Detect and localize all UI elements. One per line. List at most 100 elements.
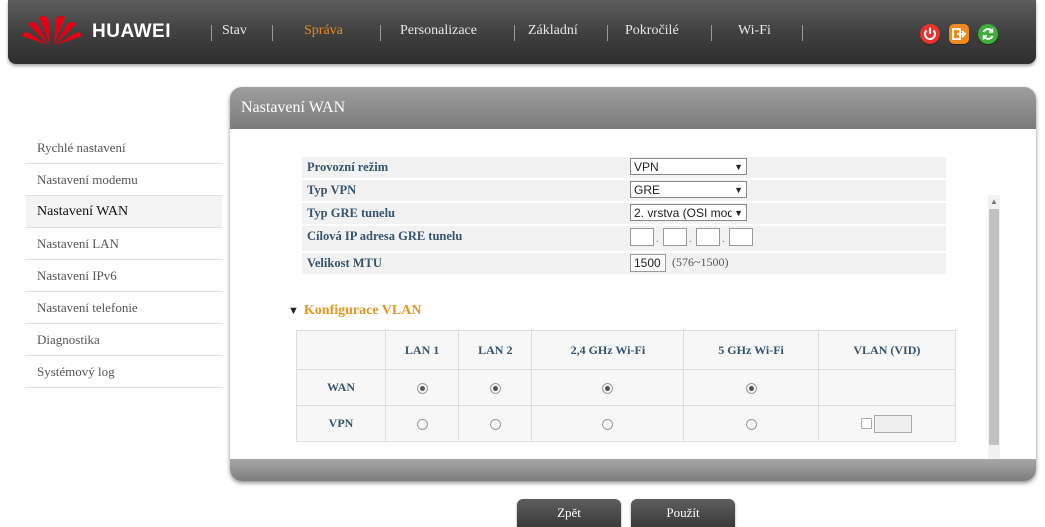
gre-type-select[interactable]: 2. vrstva (OSI mod ▼ bbox=[630, 204, 747, 221]
vlan-cell bbox=[817, 369, 957, 406]
vlan-cell bbox=[531, 369, 685, 406]
vlan-col-header-vid: VLAN (VID) bbox=[817, 330, 957, 370]
sidebar-item-nastaveni-modemu[interactable]: Nastavení modemu bbox=[26, 164, 222, 196]
sidebar-item-rychle-nastaveni[interactable]: Rychlé nastavení bbox=[26, 132, 222, 164]
panel-content: Provozní režim VPN ▼ Typ VPN GRE ▼ Typ G… bbox=[230, 129, 1036, 459]
ip-octet-4-input[interactable] bbox=[729, 228, 753, 246]
vlan-config-title: Konfigurace VLAN bbox=[303, 303, 422, 318]
vlan-col-header-wifi-5: 5 GHz Wi-Fi bbox=[683, 330, 819, 370]
scroll-up-arrow-icon[interactable]: ▲ bbox=[988, 195, 1000, 209]
content-scrollbar[interactable]: ▲ ▼ bbox=[988, 195, 1000, 459]
refresh-icon[interactable] bbox=[978, 24, 998, 44]
wan-lan1-radio[interactable] bbox=[416, 382, 428, 394]
vpn-vid-input[interactable] bbox=[874, 414, 913, 433]
wan-lan2-radio[interactable] bbox=[489, 382, 501, 394]
nav-separator bbox=[514, 25, 515, 41]
ip-octet-1-input[interactable] bbox=[630, 228, 654, 246]
vlan-cell bbox=[683, 405, 819, 442]
vlan-cell bbox=[683, 369, 819, 406]
sidebar-item-nastaveni-ipv6[interactable]: Nastavení IPv6 bbox=[26, 260, 222, 292]
nav-separator bbox=[272, 25, 273, 41]
nav-separator bbox=[211, 25, 212, 41]
chevron-down-icon: ▼ bbox=[734, 162, 743, 172]
vlan-row-label-vpn: VPN bbox=[296, 405, 386, 442]
sidebar-menu: Rychlé nastavení Nastavení modemu Nastav… bbox=[26, 132, 222, 388]
logout-icon[interactable] bbox=[949, 24, 969, 44]
sidebar-item-nastaveni-wan[interactable]: Nastavení WAN bbox=[26, 196, 222, 228]
nav-item-stav[interactable]: Stav bbox=[222, 23, 247, 39]
vlan-col-header-empty bbox=[296, 330, 386, 370]
vlan-cell bbox=[458, 369, 533, 406]
form-row-gre-type: Typ GRE tunelu 2. vrstva (OSI mod ▼ bbox=[302, 203, 946, 224]
power-icon[interactable] bbox=[920, 24, 940, 44]
scroll-thumb[interactable] bbox=[989, 209, 999, 445]
nav-separator bbox=[380, 25, 381, 41]
vpn-type-label: Typ VPN bbox=[307, 183, 357, 197]
mode-select-value: VPN bbox=[634, 160, 659, 174]
wan-settings-panel: Nastavení WAN Provozní režim VPN ▼ Typ V… bbox=[230, 87, 1036, 481]
vlan-cell bbox=[531, 405, 685, 442]
ip-dot: . bbox=[689, 234, 692, 245]
nav-item-sprava[interactable]: Správa bbox=[304, 23, 343, 39]
vlan-config-toggle[interactable]: ▼ Konfigurace VLAN bbox=[288, 303, 421, 319]
huawei-flower-icon bbox=[22, 16, 82, 45]
form-row-vpn-type: Typ VPN GRE ▼ bbox=[302, 180, 946, 201]
mtu-label: Velikost MTU bbox=[307, 256, 382, 270]
vlan-cell bbox=[817, 405, 957, 442]
vpn-wifi24-radio[interactable] bbox=[602, 418, 614, 430]
nav-item-zakladni[interactable]: Základní bbox=[528, 23, 578, 39]
ip-octet-2-input[interactable] bbox=[663, 228, 687, 246]
mode-select[interactable]: VPN ▼ bbox=[630, 158, 747, 175]
vpn-lan2-radio[interactable] bbox=[489, 418, 501, 430]
huawei-logo: HUAWEI bbox=[20, 14, 195, 46]
nav-separator bbox=[711, 25, 712, 41]
sidebar-item-diagnostika[interactable]: Diagnostika bbox=[26, 324, 222, 356]
ip-dot: . bbox=[722, 234, 725, 245]
vpn-vid-checkbox[interactable] bbox=[861, 418, 873, 429]
chevron-down-icon: ▼ bbox=[732, 205, 743, 220]
mtu-input[interactable]: 1500 bbox=[630, 254, 666, 272]
form-row-mtu: Velikost MTU 1500 (576~1500) bbox=[302, 253, 946, 274]
nav-separator bbox=[607, 25, 608, 41]
wan-wifi24-radio[interactable] bbox=[602, 382, 614, 394]
vlan-table: LAN 1 LAN 2 2,4 GHz Wi-Fi 5 GHz Wi-Fi VL… bbox=[296, 330, 957, 442]
vpn-type-select-value: GRE bbox=[634, 183, 661, 197]
nav-item-personalizace[interactable]: Personalizace bbox=[400, 23, 477, 39]
wan-wifi5-radio[interactable] bbox=[745, 382, 757, 394]
vlan-cell bbox=[458, 405, 533, 442]
sidebar-item-nastaveni-lan[interactable]: Nastavení LAN bbox=[26, 228, 222, 260]
top-navigation-bar: HUAWEI Stav Správa Personalizace Základn… bbox=[8, 0, 1036, 64]
triangle-down-icon: ▼ bbox=[288, 305, 299, 317]
vlan-cell bbox=[384, 405, 460, 442]
form-row-mode: Provozní režim VPN ▼ bbox=[302, 157, 946, 178]
back-button[interactable]: Zpět bbox=[517, 499, 621, 527]
brand-name: HUAWEI bbox=[92, 21, 171, 42]
sidebar-item-nastaveni-telefonie[interactable]: Nastavení telefonie bbox=[26, 292, 222, 324]
form-row-gre-ip: Cílová IP adresa GRE tunelu . . . bbox=[302, 226, 946, 251]
apply-button[interactable]: Použít bbox=[631, 499, 735, 527]
gre-ip-label: Cílová IP adresa GRE tunelu bbox=[307, 229, 463, 243]
ip-dot: . bbox=[656, 234, 659, 245]
mtu-range-hint: (576~1500) bbox=[672, 255, 729, 269]
vpn-type-select[interactable]: GRE ▼ bbox=[630, 181, 747, 198]
table-row: VPN bbox=[296, 405, 957, 442]
vlan-row-label-wan: WAN bbox=[296, 369, 386, 406]
panel-header: Nastavení WAN bbox=[230, 87, 1036, 129]
gre-type-select-value: 2. vrstva (OSI mod bbox=[634, 206, 735, 220]
vpn-lan1-radio[interactable] bbox=[416, 418, 428, 430]
vlan-col-header-wifi-24: 2,4 GHz Wi-Fi bbox=[531, 330, 685, 370]
nav-item-pokrocile[interactable]: Pokročilé bbox=[625, 23, 679, 39]
vlan-cell bbox=[384, 369, 460, 406]
vlan-col-header-lan2: LAN 2 bbox=[458, 330, 533, 370]
nav-item-wifi[interactable]: Wi-Fi bbox=[738, 23, 771, 39]
sidebar-item-systemovy-log[interactable]: Systémový log bbox=[26, 356, 222, 388]
page-title: Nastavení WAN bbox=[241, 99, 346, 116]
table-row: WAN bbox=[296, 369, 957, 406]
gre-type-label: Typ GRE tunelu bbox=[307, 206, 395, 220]
nav-separator bbox=[802, 25, 803, 41]
vlan-col-header-lan1: LAN 1 bbox=[384, 330, 460, 370]
mode-label: Provozní režim bbox=[307, 160, 389, 174]
ip-octet-3-input[interactable] bbox=[696, 228, 720, 246]
chevron-down-icon: ▼ bbox=[734, 185, 743, 195]
vpn-wifi5-radio[interactable] bbox=[745, 418, 757, 430]
